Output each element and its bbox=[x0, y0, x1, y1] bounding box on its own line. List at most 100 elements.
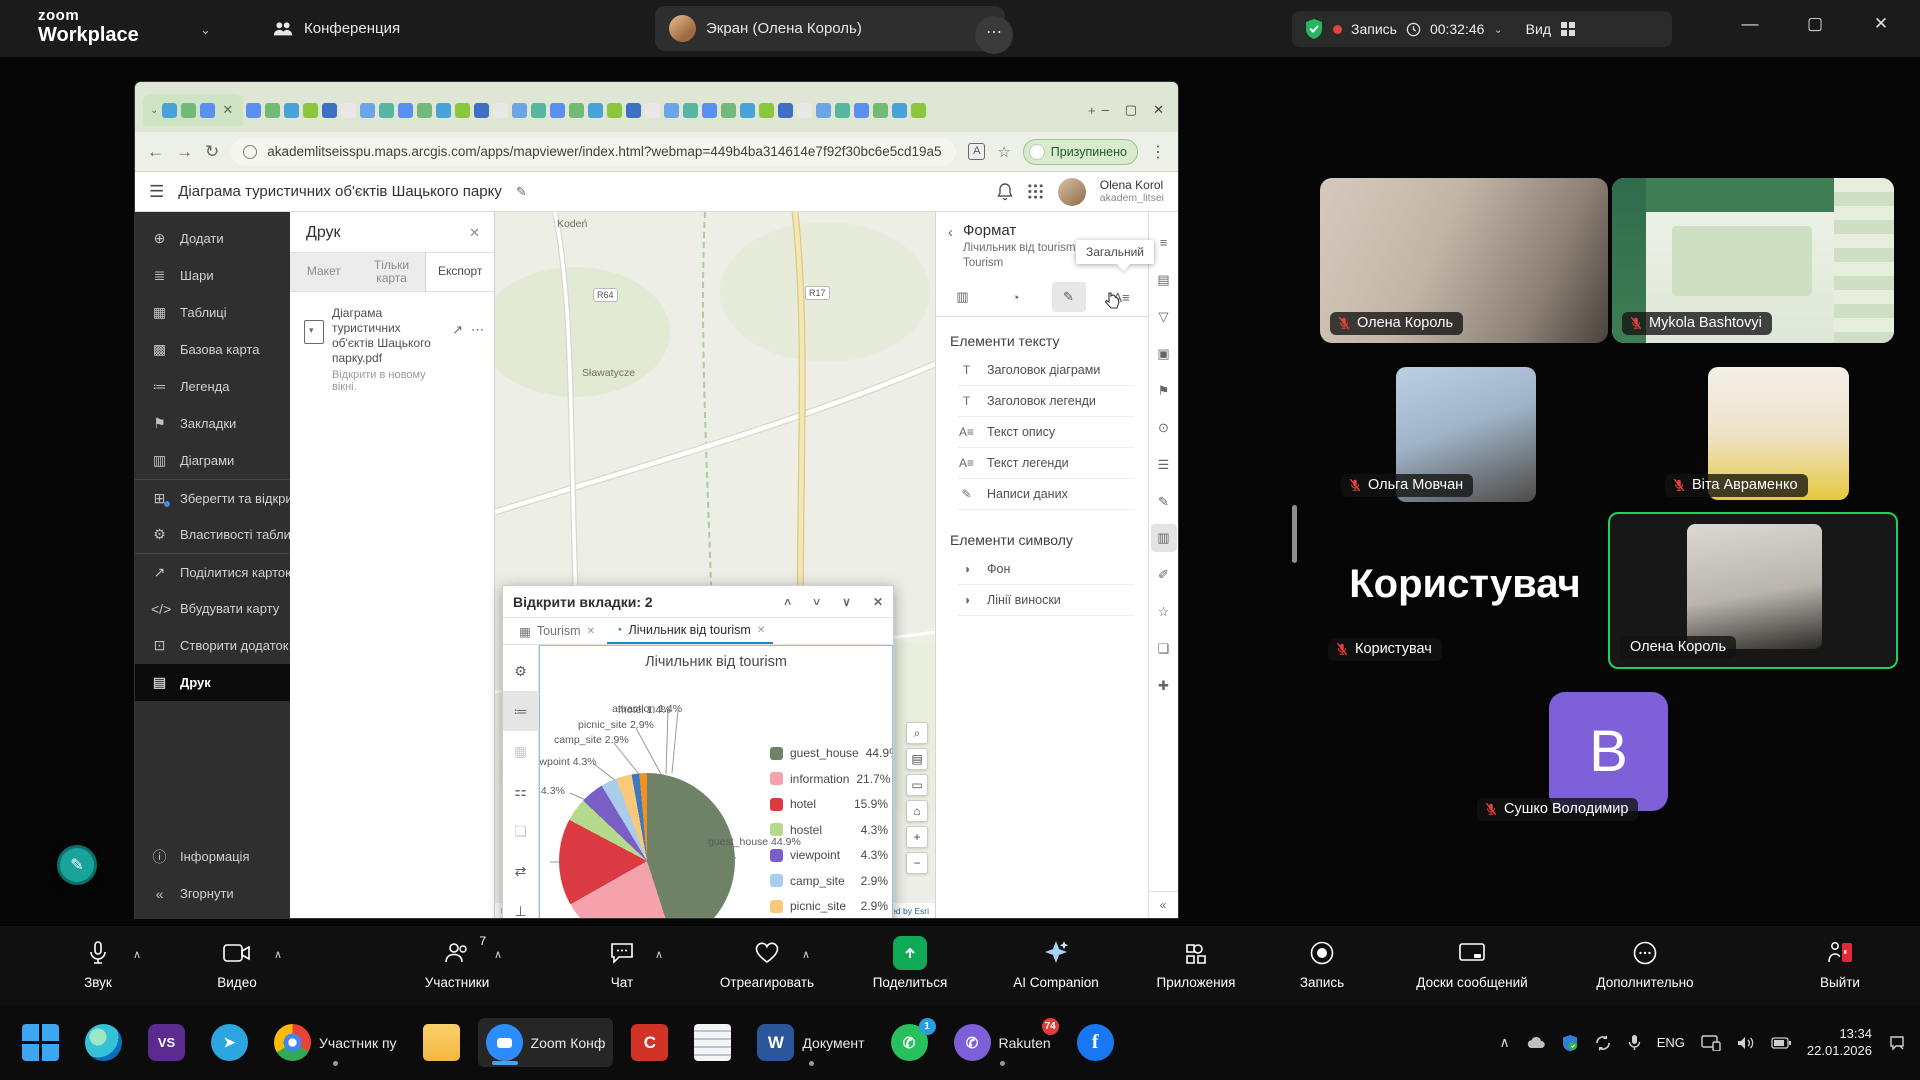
legend-row[interactable]: hotel 15.9% bbox=[770, 797, 888, 811]
browser-tab[interactable] bbox=[436, 103, 451, 118]
reload-icon[interactable]: ↻ bbox=[205, 142, 219, 162]
browser-tab[interactable] bbox=[759, 103, 774, 118]
more-button[interactable]: Дополнительно bbox=[1580, 934, 1710, 990]
chart-tool-icon[interactable]: ⊥ bbox=[503, 891, 539, 918]
share-screen-button[interactable]: Поделиться bbox=[845, 934, 975, 990]
right-strip-icon[interactable]: ▣ bbox=[1151, 335, 1177, 372]
ai-companion-button[interactable]: AI Companion bbox=[991, 934, 1121, 990]
taskbar-app[interactable]: W Документ bbox=[749, 1018, 872, 1067]
format-item[interactable]: ◑ Фон bbox=[958, 554, 1134, 585]
onedrive-cloud-icon[interactable] bbox=[1526, 1036, 1546, 1049]
browser-tab[interactable] bbox=[455, 103, 470, 118]
tab-screen-share[interactable]: Экран (Олена Король) bbox=[655, 6, 1005, 51]
map-control-button[interactable]: + bbox=[906, 826, 928, 848]
language-indicator[interactable]: ENG bbox=[1657, 1035, 1685, 1050]
right-strip-icon[interactable]: ▤ bbox=[1151, 261, 1177, 298]
browser-minimize-icon[interactable]: – bbox=[1102, 102, 1109, 118]
battery-icon[interactable] bbox=[1771, 1037, 1791, 1049]
browser-tab[interactable] bbox=[816, 103, 831, 118]
browser-tab[interactable] bbox=[873, 103, 888, 118]
browser-menu-icon[interactable]: ⋮ bbox=[1150, 142, 1166, 162]
right-strip-icon[interactable]: ✎ bbox=[1151, 483, 1177, 520]
chart-tool-icon[interactable]: ⚏ bbox=[503, 771, 539, 811]
browser-tab[interactable] bbox=[854, 103, 869, 118]
right-strip-icon[interactable]: ≡ bbox=[1151, 224, 1177, 261]
tab-tourism-table[interactable]: ▦ Tourism ✕ bbox=[511, 618, 603, 644]
app-launcher-icon[interactable] bbox=[1027, 183, 1044, 200]
format-item[interactable]: ✎ Написи даних bbox=[958, 479, 1134, 510]
participants-button[interactable]: 7∧ Участники bbox=[392, 934, 522, 990]
chart-window-header-icon[interactable]: ˅ bbox=[813, 595, 820, 609]
timer-chevron-icon[interactable]: ⌄ bbox=[1493, 23, 1502, 36]
tab-close-icon[interactable]: ✕ bbox=[757, 625, 765, 636]
address-bar[interactable]: akademlitseisspu.maps.arcgis.com/apps/ma… bbox=[231, 138, 956, 166]
sidebar-item[interactable]: ⊕ Додати bbox=[135, 220, 290, 257]
initial-tile-sushko[interactable]: B bbox=[1549, 692, 1668, 811]
open-in-new-icon[interactable]: ↗ bbox=[452, 322, 463, 393]
react-button[interactable]: ∧ Отреагировать bbox=[702, 934, 832, 990]
taskbar-app[interactable]: ✆ 1 bbox=[883, 1018, 936, 1067]
tab-more-button[interactable]: ⋯ bbox=[975, 16, 1013, 54]
browser-tab[interactable] bbox=[588, 103, 603, 118]
taskbar-app[interactable]: C bbox=[623, 1018, 676, 1067]
chat-button[interactable]: ∧ Чат bbox=[557, 934, 687, 990]
chart-window-header-icon[interactable]: ✕ bbox=[873, 595, 883, 609]
taskbar-app[interactable]: f bbox=[1069, 1018, 1122, 1067]
right-strip-icon[interactable]: ✚ bbox=[1151, 667, 1177, 704]
hamburger-menu-icon[interactable]: ☰ bbox=[149, 182, 164, 202]
tab-layout[interactable]: Макет bbox=[290, 253, 358, 291]
format-item[interactable]: A≡ Текст опису bbox=[958, 417, 1134, 448]
right-strip-icon[interactable]: ⚑ bbox=[1151, 372, 1177, 409]
export-file-name[interactable]: Діаграма туристичних об'єктів Шацького п… bbox=[332, 306, 440, 366]
react-options-chevron[interactable]: ∧ bbox=[802, 948, 810, 961]
sidebar-item[interactable]: ⚙ Властивості таблиці bbox=[135, 516, 290, 553]
chevron-down-icon[interactable]: ⌄ bbox=[200, 22, 211, 38]
apps-button[interactable]: Приложения bbox=[1131, 934, 1261, 990]
site-info-icon[interactable] bbox=[243, 145, 257, 159]
browser-tab[interactable] bbox=[284, 103, 299, 118]
file-more-icon[interactable]: ⋯ bbox=[471, 322, 484, 393]
legend-row[interactable]: picnic_site 2.9% bbox=[770, 899, 888, 913]
export-file-item[interactable]: Діаграма туристичних об'єктів Шацького п… bbox=[290, 292, 494, 393]
sidebar-item[interactable]: ↗ Поділитися картою bbox=[135, 553, 290, 590]
browser-active-tab[interactable]: ⌄ ✕ bbox=[143, 94, 243, 126]
whiteboards-button[interactable]: Доски сообщений bbox=[1407, 934, 1537, 990]
view-grid-icon[interactable] bbox=[1560, 21, 1576, 37]
tab-meeting[interactable]: Конференция bbox=[272, 0, 400, 57]
browser-tab[interactable] bbox=[398, 103, 413, 118]
legend-row[interactable]: hostel 4.3% bbox=[770, 823, 888, 837]
format-tab-icon[interactable]: ✎ bbox=[1052, 282, 1086, 312]
browser-tab[interactable] bbox=[474, 103, 489, 118]
chart-tool-icon[interactable]: ≔ bbox=[503, 691, 539, 731]
browser-tab[interactable] bbox=[246, 103, 261, 118]
sidebar-item[interactable]: ▩ Базова карта bbox=[135, 331, 290, 368]
participants-options-chevron[interactable]: ∧ bbox=[494, 948, 502, 961]
taskbar-app[interactable] bbox=[14, 1018, 67, 1067]
chat-options-chevron[interactable]: ∧ bbox=[655, 948, 663, 961]
maximize-button[interactable]: ▢ bbox=[1800, 14, 1830, 34]
audio-options-chevron[interactable]: ∧ bbox=[133, 948, 141, 961]
map-control-button[interactable]: ▭ bbox=[906, 774, 928, 796]
sidebar-item[interactable]: </> Вбудувати карту bbox=[135, 590, 290, 627]
view-button[interactable]: Вид bbox=[1526, 21, 1551, 37]
record-button[interactable]: Запись bbox=[1257, 934, 1387, 990]
sidebar-item[interactable]: ▥ Діаграми bbox=[135, 442, 290, 479]
bookmark-star-icon[interactable]: ☆ bbox=[997, 143, 1010, 161]
legend-row[interactable]: camp_site 2.9% bbox=[770, 874, 888, 888]
right-strip-icon[interactable]: ▥ bbox=[1151, 524, 1177, 552]
video-options-chevron[interactable]: ∧ bbox=[274, 948, 282, 961]
sidebar-item[interactable]: ≔ Легенда bbox=[135, 368, 290, 405]
security-shield-icon[interactable] bbox=[1304, 18, 1324, 40]
sidebar-item[interactable]: ≣ Шари bbox=[135, 257, 290, 294]
leave-button[interactable]: Выйти bbox=[1775, 934, 1905, 990]
sidebar-item[interactable]: ▦ Таблиці bbox=[135, 294, 290, 331]
video-tile-olena[interactable]: Олена Король bbox=[1320, 178, 1608, 343]
legend-row[interactable]: information 21.7% bbox=[770, 772, 888, 786]
forward-icon[interactable]: → bbox=[176, 142, 193, 162]
collapse-strip-icon[interactable]: « bbox=[1148, 891, 1178, 912]
browser-tab[interactable] bbox=[341, 103, 356, 118]
map-control-button[interactable]: ⌂ bbox=[906, 800, 928, 822]
sidebar-item[interactable]: ⊞ Зберегти та відкрити bbox=[135, 479, 290, 516]
browser-tab[interactable] bbox=[721, 103, 736, 118]
user-avatar[interactable] bbox=[1058, 178, 1086, 206]
